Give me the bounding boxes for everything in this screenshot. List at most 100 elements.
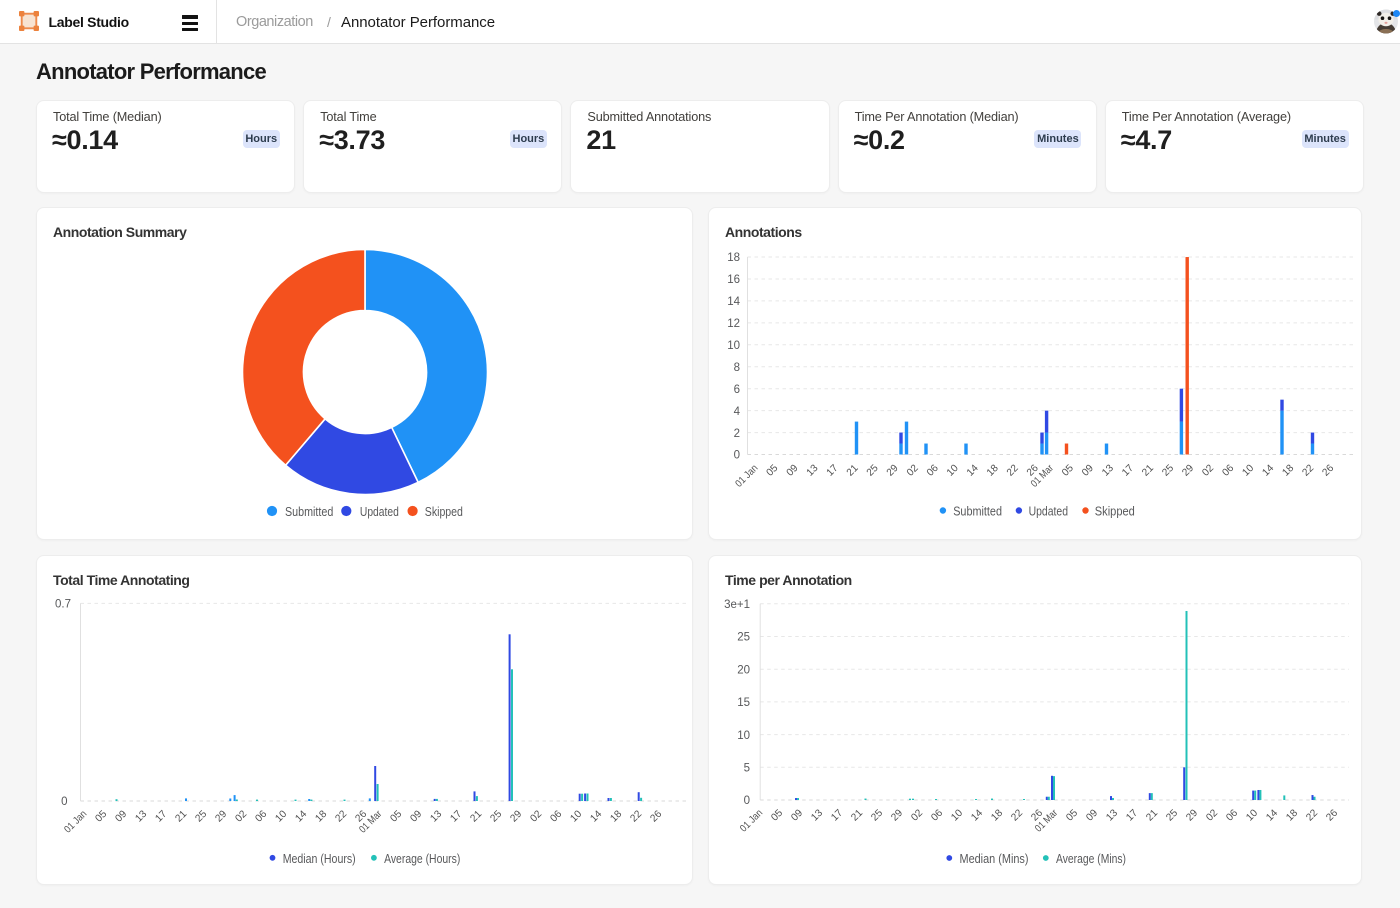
svg-text:22: 22: [334, 808, 350, 824]
svg-text:Median (Mins): Median (Mins): [960, 851, 1029, 866]
svg-text:09: 09: [114, 808, 130, 824]
svg-text:06: 06: [1220, 463, 1236, 479]
svg-text:Median (Hours): Median (Hours): [283, 851, 356, 866]
svg-text:10: 10: [737, 730, 750, 742]
svg-text:09: 09: [1080, 463, 1096, 479]
svg-text:02: 02: [1200, 463, 1216, 479]
svg-text:Updated: Updated: [1029, 504, 1068, 519]
svg-text:26: 26: [649, 808, 665, 824]
svg-text:02: 02: [905, 463, 921, 479]
svg-text:18: 18: [1281, 463, 1297, 479]
svg-text:17: 17: [829, 807, 845, 823]
svg-text:14: 14: [727, 296, 740, 308]
svg-text:26: 26: [1321, 463, 1337, 479]
svg-text:09: 09: [785, 463, 801, 479]
svg-text:01 Jan: 01 Jan: [738, 808, 765, 835]
svg-text:25: 25: [869, 807, 885, 823]
svg-text:02: 02: [909, 807, 925, 823]
svg-text:25: 25: [1164, 807, 1180, 823]
svg-text:02: 02: [1204, 807, 1220, 823]
svg-text:0: 0: [61, 796, 67, 808]
svg-text:14: 14: [1260, 463, 1276, 479]
svg-text:29: 29: [889, 807, 905, 823]
svg-text:13: 13: [134, 808, 150, 824]
svg-text:06: 06: [254, 808, 270, 824]
svg-text:14: 14: [1264, 807, 1280, 823]
svg-text:18: 18: [989, 807, 1005, 823]
svg-text:29: 29: [885, 463, 901, 479]
svg-text:Average (Mins): Average (Mins): [1056, 851, 1126, 866]
svg-text:0.7: 0.7: [55, 599, 71, 611]
svg-text:25: 25: [737, 632, 750, 644]
svg-text:16: 16: [727, 274, 740, 286]
svg-text:Skipped: Skipped: [1095, 504, 1135, 519]
svg-text:Submitted: Submitted: [953, 504, 1002, 519]
svg-text:14: 14: [294, 808, 310, 824]
svg-text:05: 05: [1060, 463, 1076, 479]
svg-text:10: 10: [1244, 807, 1260, 823]
svg-text:17: 17: [1120, 463, 1136, 479]
svg-text:21: 21: [469, 808, 485, 824]
svg-text:17: 17: [825, 463, 841, 479]
svg-text:29: 29: [509, 808, 525, 824]
svg-text:13: 13: [1104, 807, 1120, 823]
svg-text:22: 22: [1009, 807, 1025, 823]
svg-text:20: 20: [737, 664, 750, 676]
svg-text:18: 18: [609, 808, 625, 824]
svg-text:21: 21: [1140, 463, 1156, 479]
svg-text:06: 06: [549, 808, 565, 824]
svg-text:18: 18: [314, 808, 330, 824]
svg-text:5: 5: [744, 763, 750, 775]
svg-text:6: 6: [734, 384, 740, 396]
svg-text:18: 18: [727, 252, 740, 264]
svg-text:06: 06: [929, 807, 945, 823]
svg-text:06: 06: [925, 463, 941, 479]
svg-text:05: 05: [1064, 807, 1080, 823]
svg-text:10: 10: [727, 340, 740, 352]
svg-text:15: 15: [737, 697, 750, 709]
svg-text:09: 09: [1084, 807, 1100, 823]
svg-text:18: 18: [1284, 807, 1300, 823]
svg-text:29: 29: [1184, 807, 1200, 823]
svg-text:02: 02: [234, 808, 250, 824]
svg-text:2: 2: [734, 428, 740, 440]
svg-text:01 Jan: 01 Jan: [62, 809, 89, 836]
svg-text:18: 18: [985, 463, 1001, 479]
svg-text:06: 06: [1224, 807, 1240, 823]
svg-text:13: 13: [429, 808, 445, 824]
svg-text:14: 14: [589, 808, 605, 824]
svg-text:13: 13: [809, 807, 825, 823]
svg-text:17: 17: [154, 808, 170, 824]
svg-text:29: 29: [214, 808, 230, 824]
svg-text:09: 09: [409, 808, 425, 824]
svg-text:25: 25: [865, 463, 881, 479]
svg-text:01 Jan: 01 Jan: [734, 463, 761, 490]
svg-text:02: 02: [529, 808, 545, 824]
svg-text:13: 13: [805, 463, 821, 479]
svg-text:21: 21: [845, 463, 861, 479]
svg-text:21: 21: [174, 808, 190, 824]
svg-text:10: 10: [945, 463, 961, 479]
svg-text:4: 4: [734, 406, 741, 418]
svg-text:25: 25: [1160, 463, 1176, 479]
svg-text:Updated: Updated: [360, 504, 399, 519]
svg-text:25: 25: [489, 808, 505, 824]
svg-text:8: 8: [734, 362, 740, 374]
svg-text:10: 10: [274, 808, 290, 824]
svg-text:05: 05: [389, 808, 405, 824]
svg-text:Average (Hours): Average (Hours): [384, 851, 460, 866]
svg-text:22: 22: [1005, 463, 1021, 479]
svg-text:22: 22: [1304, 807, 1320, 823]
svg-text:3e+1: 3e+1: [724, 599, 750, 611]
svg-text:10: 10: [569, 808, 585, 824]
svg-text:29: 29: [1180, 463, 1196, 479]
svg-text:09: 09: [789, 807, 805, 823]
svg-text:14: 14: [969, 807, 985, 823]
svg-text:10: 10: [949, 807, 965, 823]
svg-text:05: 05: [769, 807, 785, 823]
svg-text:10: 10: [1240, 463, 1256, 479]
svg-text:17: 17: [449, 808, 465, 824]
svg-text:0: 0: [734, 450, 740, 462]
svg-text:25: 25: [194, 808, 210, 824]
svg-text:26: 26: [1324, 807, 1340, 823]
